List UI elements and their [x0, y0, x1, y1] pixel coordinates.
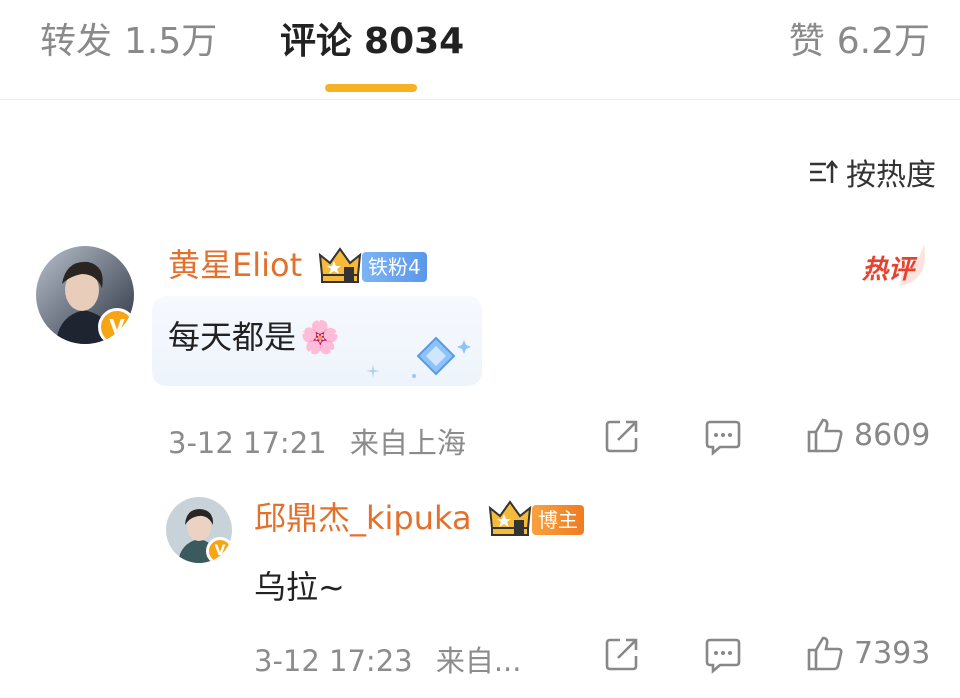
- tab-likes[interactable]: 赞 6.2万: [789, 18, 930, 66]
- comment-text: 每天都是 🌸: [168, 312, 340, 358]
- comment-text-content: 每天都是: [168, 318, 297, 356]
- hot-comment-tag: 热评: [861, 244, 925, 286]
- tab-comments[interactable]: 评论 8034: [280, 18, 464, 66]
- avatar[interactable]: V: [36, 246, 134, 344]
- reply-share-button[interactable]: [604, 636, 640, 672]
- author-badge: 博主: [532, 505, 584, 535]
- comment-location: 来自上海: [349, 426, 466, 460]
- reply-like-count: 7393: [854, 635, 931, 671]
- reply-like-button[interactable]: 7393: [806, 634, 930, 672]
- tab-likes-count: 6.2万: [836, 21, 930, 62]
- tab-comments-label: 评论: [280, 21, 353, 62]
- reply-button[interactable]: [704, 418, 742, 456]
- reply-verified-badge-icon: V: [206, 537, 232, 563]
- sort-icon: [810, 160, 838, 183]
- tab-repost-count: 1.5万: [124, 21, 218, 62]
- share-icon: [605, 420, 638, 453]
- tab-repost[interactable]: 转发 1.5万: [40, 18, 217, 66]
- like-button[interactable]: 8609: [806, 416, 930, 454]
- tab-repost-label: 转发: [40, 21, 113, 62]
- reply-comment-icon: [705, 638, 741, 674]
- sort-button[interactable]: 按热度: [808, 150, 936, 194]
- reply-avatar[interactable]: V: [166, 497, 232, 563]
- reply-thumbs-up-icon: [807, 636, 843, 671]
- share-button[interactable]: [604, 418, 640, 454]
- comment-meta: 3-12 17:21 来自上海: [168, 420, 466, 462]
- like-count: 8609: [854, 417, 931, 453]
- reply-share-icon: [605, 638, 638, 671]
- reply-time: 3-12 17:23: [254, 644, 413, 678]
- reply-username[interactable]: 邱鼎杰_kipuka: [254, 498, 472, 538]
- crown-badge-icon: [318, 247, 362, 283]
- active-tab-indicator: [325, 84, 417, 92]
- comment-time: 3-12 17:21: [168, 426, 327, 460]
- tab-likes-label: 赞: [788, 21, 825, 62]
- username[interactable]: 黄星Eliot: [168, 245, 302, 285]
- tab-comments-count: 8034: [364, 21, 465, 62]
- sparkle-icon: [366, 364, 380, 378]
- cherry-blossom-emoji: 🌸: [300, 318, 340, 356]
- fan-badge: 铁粉4: [362, 252, 427, 282]
- comment-icon: [705, 420, 741, 456]
- reply-text: 乌拉~: [254, 568, 345, 606]
- reply-meta: 3-12 17:23 来自...: [254, 638, 521, 680]
- sort-label: 按热度: [846, 158, 936, 193]
- reply-location: 来自...: [435, 644, 522, 678]
- reply-crown-badge-icon: [488, 500, 532, 536]
- thumbs-up-icon: [807, 418, 843, 453]
- reply-comment-button[interactable]: [704, 636, 742, 674]
- hot-comment-text: 热评: [861, 255, 918, 285]
- diamond-decoration-icon: [412, 336, 471, 378]
- comment-tabs: 转发 1.5万 评论 8034 赞 6.2万: [0, 0, 960, 100]
- verified-badge-icon: V: [98, 308, 134, 344]
